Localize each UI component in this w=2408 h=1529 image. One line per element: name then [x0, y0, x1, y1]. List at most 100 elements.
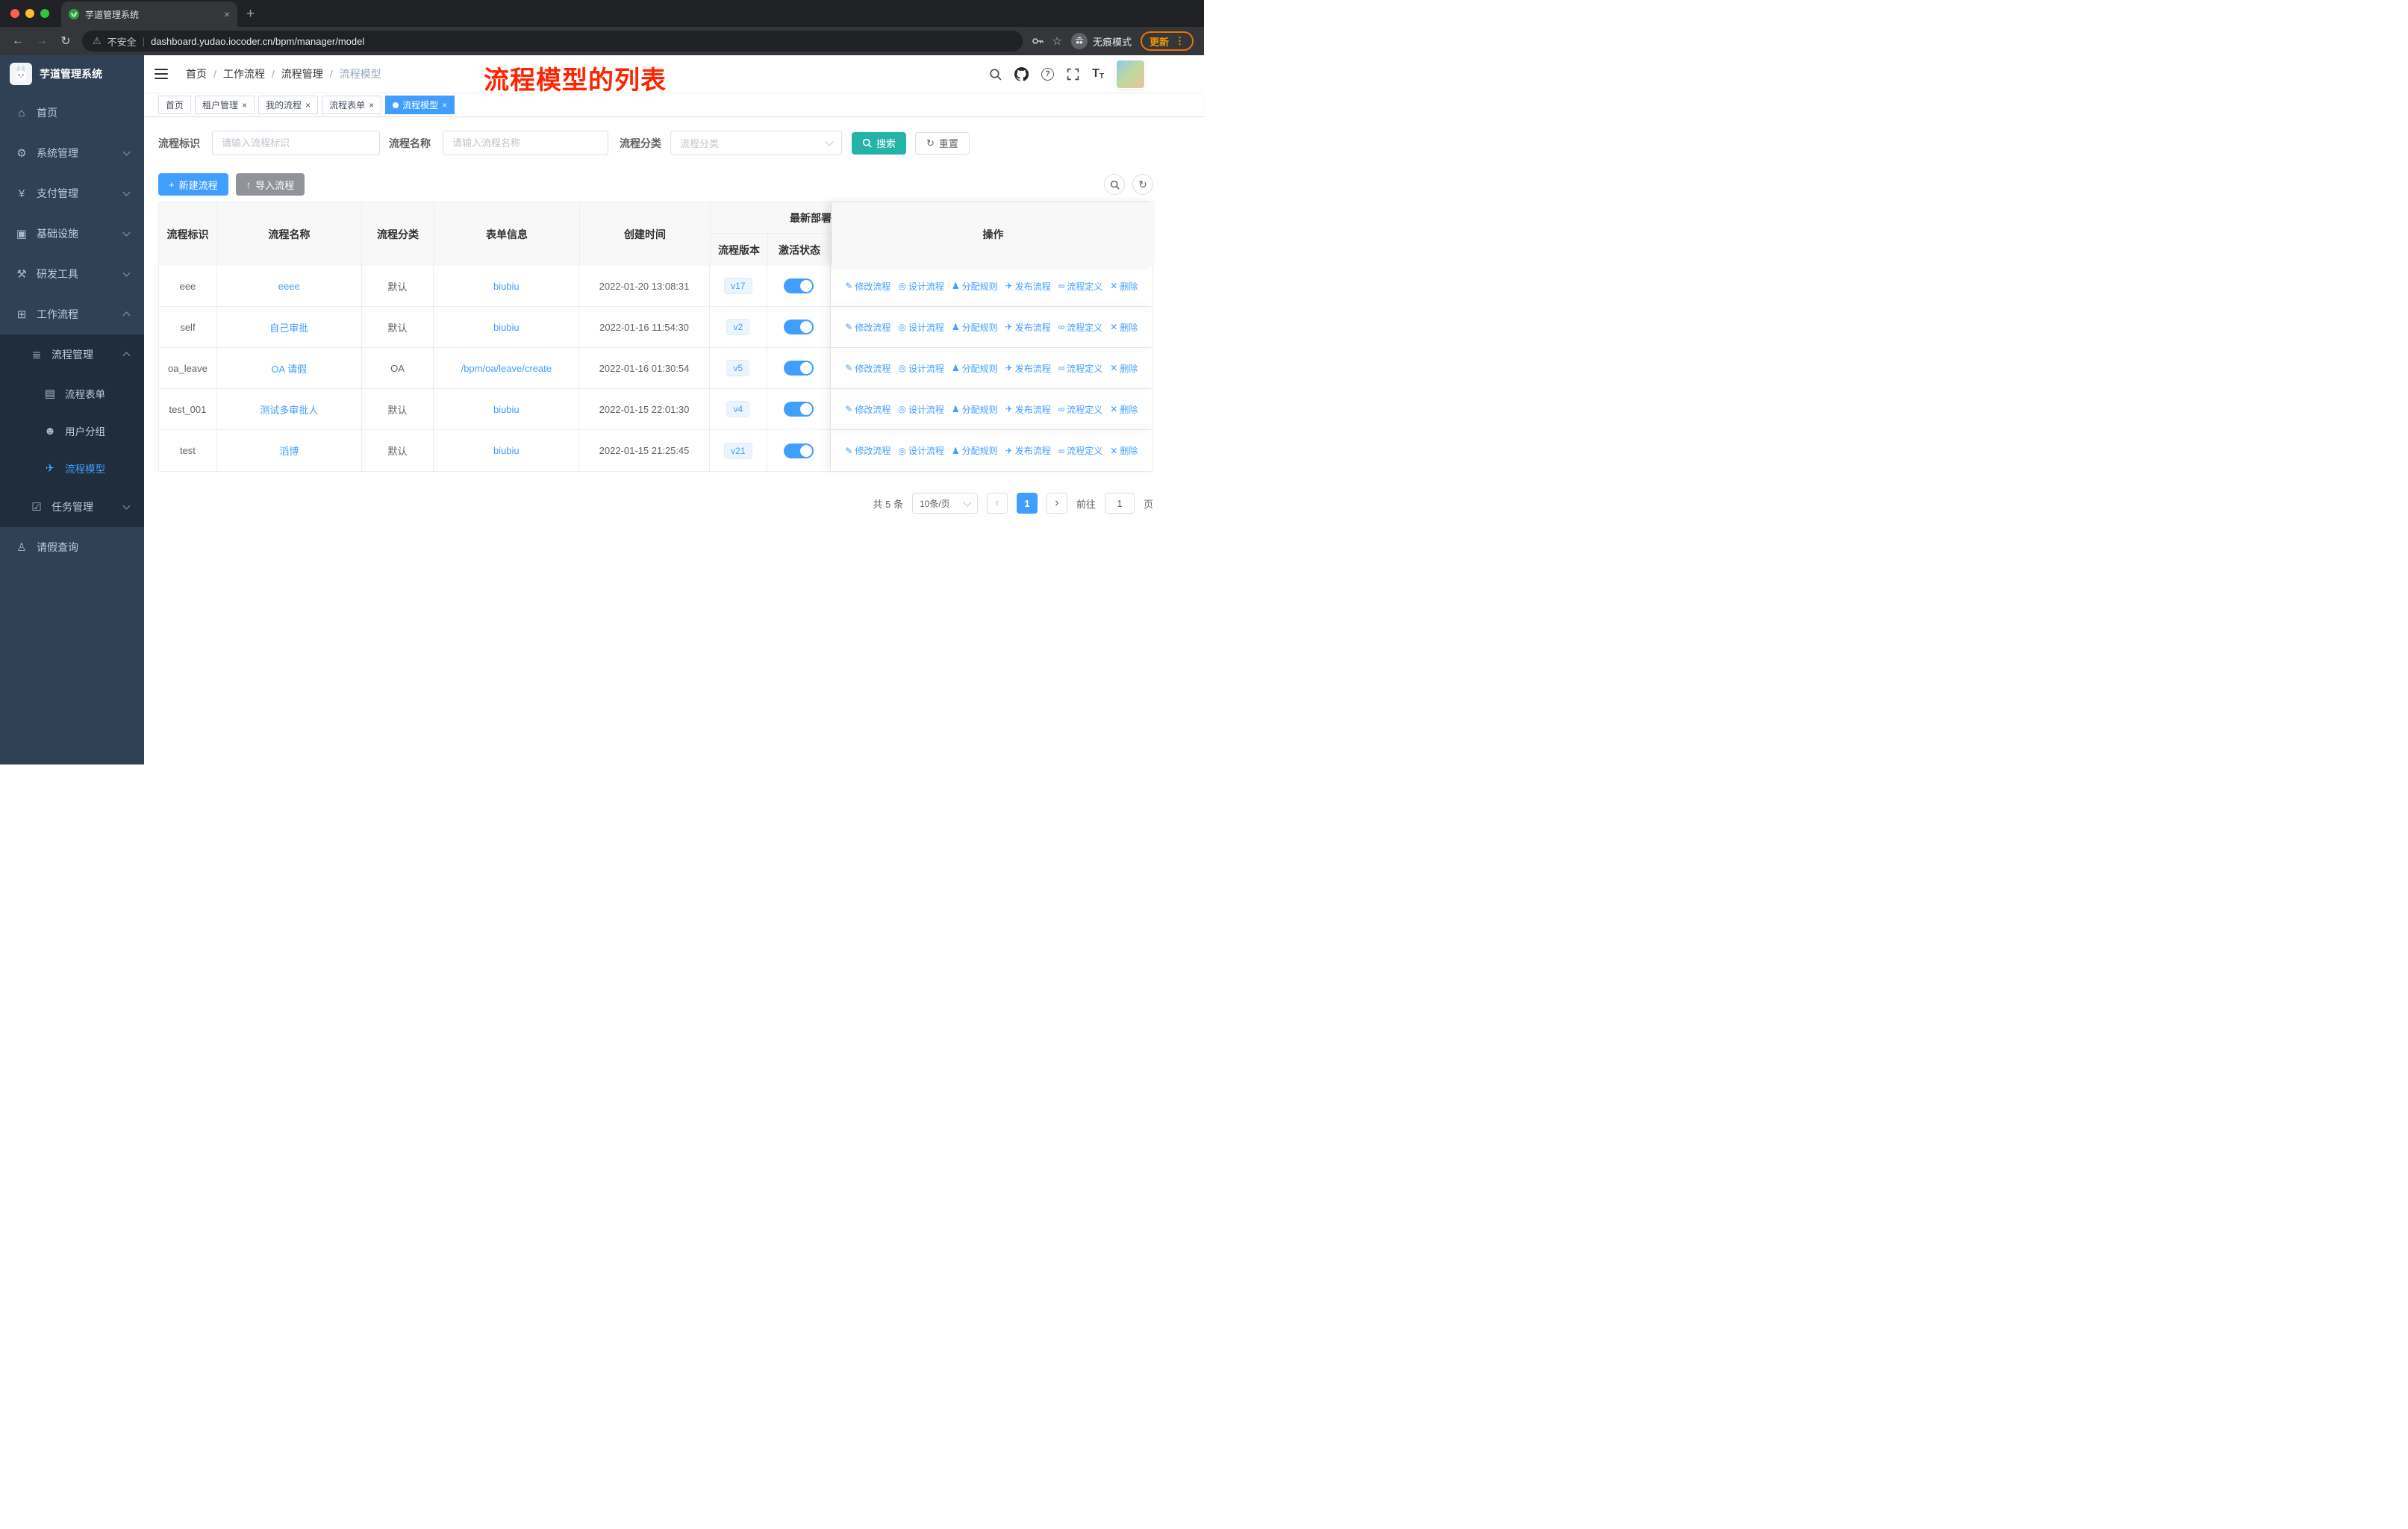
bookmark-star-icon[interactable]: ☆ [1052, 34, 1062, 48]
form-info-link[interactable]: biubiu [493, 322, 520, 333]
action-design[interactable]: ◎ 设计流程 [898, 280, 944, 293]
sidebar-item-task-management[interactable]: ☑ 任务管理 [0, 487, 144, 527]
sidebar-item-workflow[interactable]: ⊞ 工作流程 [0, 294, 144, 334]
window-maximize-button[interactable] [40, 9, 49, 18]
process-name-link[interactable]: OA 请假 [271, 361, 307, 376]
create-process-button[interactable]: + 新建流程 [158, 173, 228, 196]
version-badge[interactable]: v5 [726, 360, 750, 376]
sidebar-item-process-model[interactable]: ✈ 流程模型 [0, 449, 144, 487]
next-page-button[interactable]: › [1046, 493, 1067, 514]
tag-close-icon[interactable]: × [242, 101, 247, 110]
process-id-input[interactable] [212, 131, 380, 155]
form-info-link[interactable]: /bpm/oa/leave/create [461, 363, 552, 374]
action-design[interactable]: ◎ 设计流程 [898, 444, 944, 457]
password-key-icon[interactable] [1032, 35, 1044, 47]
sidebar-item-infrastructure[interactable]: ▣ 基础设施 [0, 214, 144, 254]
process-name-link[interactable]: eeee [278, 281, 300, 292]
action-publish[interactable]: ✈ 发布流程 [1005, 403, 1051, 416]
forward-button[interactable]: → [34, 34, 49, 48]
sidebar-item-payment[interactable]: ¥ 支付管理 [0, 173, 144, 214]
sidebar-item-process-form[interactable]: ▤ 流程表单 [0, 375, 144, 412]
sidebar-item-devtools[interactable]: ⚒ 研发工具 [0, 254, 144, 294]
reset-button[interactable]: ↻ 重置 [915, 131, 970, 155]
action-delete[interactable]: ✕ 删除 [1110, 403, 1138, 416]
tab-close-icon[interactable]: × [224, 8, 230, 20]
action-delete[interactable]: ✕ 删除 [1110, 444, 1138, 457]
back-button[interactable]: ← [10, 34, 25, 48]
url-bar[interactable]: ⚠ 不安全 | dashboard.yudao.iocoder.cn/bpm/m… [82, 31, 1023, 52]
action-design[interactable]: ◎ 设计流程 [898, 403, 944, 416]
version-badge[interactable]: v2 [726, 319, 750, 335]
sidebar-item-process-management[interactable]: ≣ 流程管理 [0, 334, 144, 375]
active-toggle[interactable] [783, 443, 814, 458]
refresh-button[interactable]: ↻ [1132, 174, 1153, 195]
action-publish[interactable]: ✈ 发布流程 [1005, 280, 1051, 293]
sidebar-item-leave-query[interactable]: ♙ 请假查询 [0, 527, 144, 567]
sidebar-item-user-group[interactable]: ☻ 用户分组 [0, 412, 144, 449]
page-size-select[interactable]: 10条/页 [911, 493, 978, 514]
breadcrumb-process-management[interactable]: 流程管理 [281, 66, 323, 81]
window-close-button[interactable] [10, 9, 19, 18]
breadcrumb-workflow[interactable]: 工作流程 [223, 66, 265, 81]
process-name-link[interactable]: 测试多审批人 [260, 402, 318, 417]
reload-button[interactable]: ↻ [58, 34, 73, 49]
tag-close-icon[interactable]: × [369, 101, 374, 110]
action-publish[interactable]: ✈ 发布流程 [1005, 444, 1051, 457]
browser-update-button[interactable]: 更新 ⋮ [1140, 31, 1194, 51]
action-edit[interactable]: ✎ 修改流程 [845, 321, 890, 334]
version-badge[interactable]: v21 [724, 442, 752, 459]
active-toggle[interactable] [783, 320, 814, 334]
user-avatar[interactable] [1117, 60, 1144, 88]
current-page-button[interactable]: 1 [1016, 493, 1038, 514]
action-delete[interactable]: ✕ 删除 [1110, 321, 1138, 334]
action-definition[interactable]: ∞ 流程定义 [1058, 362, 1103, 375]
tag-tenant-management[interactable]: 租户管理 × [195, 96, 255, 114]
help-icon[interactable]: ? [1041, 67, 1055, 81]
sidebar-item-home[interactable]: ⌂ 首页 [0, 93, 144, 133]
tag-close-icon[interactable]: × [305, 101, 311, 110]
action-definition[interactable]: ∞ 流程定义 [1058, 321, 1103, 334]
action-design[interactable]: ◎ 设计流程 [898, 362, 944, 375]
action-edit[interactable]: ✎ 修改流程 [845, 403, 890, 416]
action-delete[interactable]: ✕ 删除 [1110, 280, 1138, 293]
sidebar-item-system[interactable]: ⚙ 系统管理 [0, 133, 144, 173]
window-minimize-button[interactable] [25, 9, 34, 18]
action-assign-rule[interactable]: ♟ 分配规则 [952, 280, 998, 293]
action-publish[interactable]: ✈ 发布流程 [1005, 362, 1051, 375]
action-definition[interactable]: ∞ 流程定义 [1058, 444, 1103, 457]
form-info-link[interactable]: biubiu [493, 281, 520, 292]
github-icon[interactable] [1014, 66, 1029, 81]
fullscreen-icon[interactable] [1067, 68, 1079, 81]
action-edit[interactable]: ✎ 修改流程 [845, 444, 890, 457]
action-assign-rule[interactable]: ♟ 分配规则 [952, 444, 998, 457]
tag-my-process[interactable]: 我的流程 × [258, 96, 319, 114]
active-toggle[interactable] [783, 361, 814, 376]
action-definition[interactable]: ∞ 流程定义 [1058, 403, 1103, 416]
action-assign-rule[interactable]: ♟ 分配规则 [952, 321, 998, 334]
search-button[interactable]: 搜索 [852, 131, 907, 155]
active-toggle[interactable] [783, 402, 814, 417]
goto-page-input[interactable] [1104, 493, 1135, 514]
process-name-link[interactable]: 自己审批 [269, 320, 308, 334]
import-process-button[interactable]: ↑ 导入流程 [235, 173, 305, 196]
action-assign-rule[interactable]: ♟ 分配规则 [952, 362, 998, 375]
active-toggle[interactable] [783, 278, 814, 293]
toggle-search-button[interactable] [1104, 174, 1125, 195]
action-assign-rule[interactable]: ♟ 分配规则 [952, 403, 998, 416]
font-size-icon[interactable]: TT [1092, 67, 1104, 81]
browser-menu-icon[interactable]: ⋮ [1175, 35, 1185, 47]
action-design[interactable]: ◎ 设计流程 [898, 321, 944, 334]
action-delete[interactable]: ✕ 删除 [1110, 362, 1138, 375]
form-info-link[interactable]: biubiu [493, 404, 520, 415]
process-name-link[interactable]: 滔博 [279, 443, 299, 458]
version-badge[interactable]: v17 [724, 278, 752, 294]
action-edit[interactable]: ✎ 修改流程 [845, 362, 890, 375]
process-category-select[interactable]: 流程分类 [670, 131, 842, 155]
new-tab-button[interactable]: + [246, 6, 255, 22]
process-name-input[interactable] [443, 131, 608, 155]
form-info-link[interactable]: biubiu [493, 445, 520, 456]
tag-home[interactable]: 首页 [158, 96, 192, 114]
tag-process-model[interactable]: 流程模型 × [385, 96, 455, 114]
prev-page-button[interactable]: ‹ [986, 493, 1008, 514]
tag-process-form[interactable]: 流程表单 × [322, 96, 382, 114]
